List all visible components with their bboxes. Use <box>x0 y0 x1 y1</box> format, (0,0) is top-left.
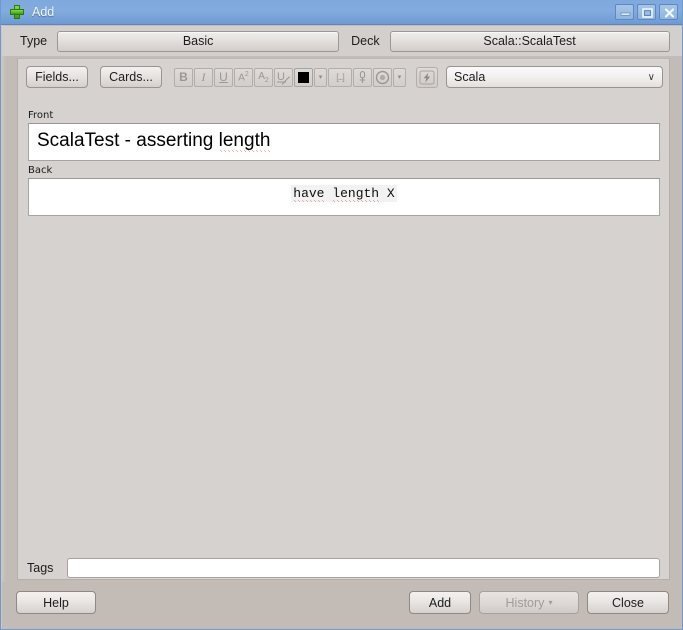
tags-row: Tags <box>17 555 670 581</box>
title-bar-left: Add <box>1 4 615 20</box>
field-value-front: ScalaTest - asserting length <box>37 130 271 152</box>
editor-toolbar: Fields... Cards... B I U A2 A2 U ▾ [...]… <box>18 59 669 95</box>
text-color-button[interactable] <box>294 67 313 87</box>
maximize-button[interactable] <box>637 4 656 20</box>
misspelled-word: have <box>293 186 325 202</box>
field-label-front: Front <box>28 110 54 121</box>
help-button[interactable]: Help <box>16 591 96 614</box>
text-color-dropdown[interactable]: ▾ <box>314 67 327 87</box>
italic-button[interactable]: I <box>194 67 213 87</box>
fields-button[interactable]: Fields... <box>26 66 88 88</box>
type-label: Type <box>20 34 48 48</box>
attachment-button[interactable] <box>353 67 372 87</box>
window-left-edge <box>1 25 6 629</box>
underline-button[interactable]: U <box>214 67 233 87</box>
equation-button[interactable] <box>416 66 438 88</box>
close-button-footer[interactable]: Close <box>587 591 669 614</box>
more-options-dropdown[interactable]: ▾ <box>393 67 406 87</box>
underline-label: U <box>219 70 228 84</box>
bold-button[interactable]: B <box>174 67 193 87</box>
close-button[interactable] <box>659 4 678 20</box>
cloze-button[interactable]: [...] <box>328 67 352 87</box>
deck-button[interactable]: Scala::ScalaTest <box>389 30 670 52</box>
record-audio-button[interactable] <box>373 67 392 87</box>
bold-label: B <box>179 70 188 84</box>
add-button[interactable]: Add <box>409 591 471 614</box>
window-title: Add <box>32 5 55 19</box>
field-label-back: Back <box>28 165 53 176</box>
editor-pane: Fields... Cards... B I U A2 A2 U ▾ [...]… <box>17 58 670 580</box>
cards-button[interactable]: Cards... <box>100 66 162 88</box>
chevron-down-icon: ▾ <box>548 598 553 607</box>
italic-label: I <box>201 69 206 84</box>
remove-formatting-button[interactable]: U <box>274 67 293 87</box>
cloze-label: [...] <box>336 72 344 82</box>
chevron-down-icon: ∨ <box>647 71 655 83</box>
language-select-value: Scala <box>454 70 486 84</box>
add-note-window: Add Type Basic Deck Scala::ScalaTest Fie… <box>0 0 683 630</box>
history-button[interactable]: History ▾ <box>479 591 579 614</box>
tags-input[interactable] <box>67 558 660 578</box>
tags-label: Tags <box>27 561 54 575</box>
anki-plus-icon <box>9 4 25 20</box>
field-input-back[interactable]: have length X <box>28 178 660 216</box>
window-controls <box>615 4 682 20</box>
minimize-button[interactable] <box>615 4 634 20</box>
field-input-front[interactable]: ScalaTest - asserting length <box>28 123 660 161</box>
superscript-button[interactable]: A2 <box>234 67 253 87</box>
field-value-back: have length X <box>291 185 397 202</box>
chevron-down-icon: ▾ <box>397 74 402 81</box>
footer-bar: Help Add History ▾ Close <box>2 582 682 629</box>
misspelled-word: length <box>218 130 271 152</box>
superscript-label: A <box>238 72 245 84</box>
notetype-deck-row: Type Basic Deck Scala::ScalaTest <box>2 26 682 56</box>
svg-text:U: U <box>277 71 285 83</box>
text-color-swatch <box>298 71 309 83</box>
deck-label: Deck <box>351 34 380 48</box>
subscript-label: A <box>258 70 265 82</box>
chevron-down-icon: ▾ <box>318 74 323 81</box>
subscript-button[interactable]: A2 <box>254 67 273 87</box>
misspelled-word: length <box>332 186 380 202</box>
title-bar: Add <box>1 0 682 25</box>
history-label: History <box>505 595 545 610</box>
notetype-button[interactable]: Basic <box>57 30 340 52</box>
format-button-group: B I U A2 A2 U ▾ [...] ▾ <box>174 67 406 87</box>
language-select[interactable]: Scala ∨ <box>446 66 663 88</box>
